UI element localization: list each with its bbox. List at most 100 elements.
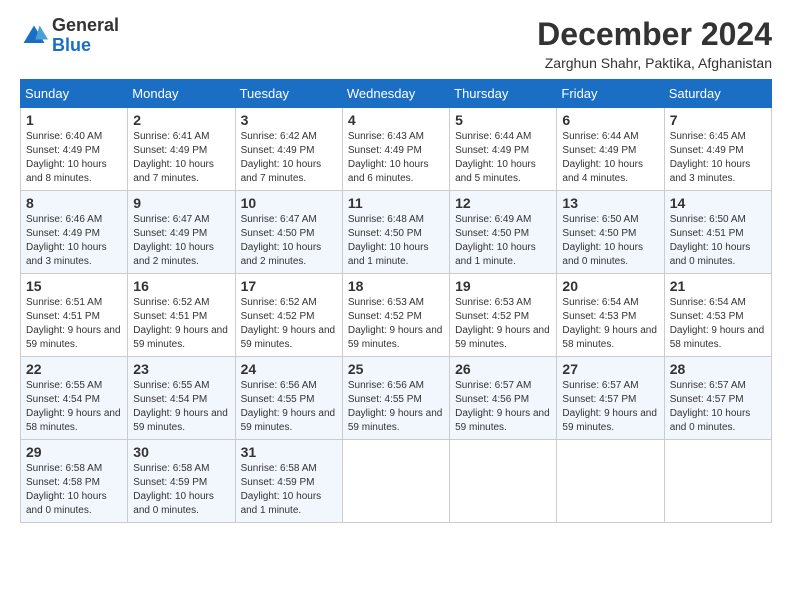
calendar-header-row: SundayMondayTuesdayWednesdayThursdayFrid…	[21, 80, 772, 108]
col-header-sunday: Sunday	[21, 80, 128, 108]
day-number: 28	[670, 361, 766, 377]
calendar-cell: 9 Sunrise: 6:47 AMSunset: 4:49 PMDaylight…	[128, 191, 235, 274]
day-number: 20	[562, 278, 658, 294]
day-number: 6	[562, 112, 658, 128]
day-number: 2	[133, 112, 229, 128]
day-info: Sunrise: 6:57 AMSunset: 4:57 PMDaylight:…	[670, 379, 766, 435]
col-header-tuesday: Tuesday	[235, 80, 342, 108]
calendar-cell: 6 Sunrise: 6:44 AMSunset: 4:49 PMDaylight…	[557, 108, 664, 191]
day-number: 15	[26, 278, 122, 294]
calendar-cell: 24 Sunrise: 6:56 AMSunset: 4:55 PMDayligh…	[235, 357, 342, 440]
calendar-cell: 26Sunrise: 6:57 AMSunset: 4:56 PMDayligh…	[450, 357, 557, 440]
calendar-cell	[664, 440, 771, 523]
day-info: Sunrise: 6:51 AMSunset: 4:51 PMDaylight:…	[26, 296, 122, 352]
day-number: 23	[133, 361, 229, 377]
day-number: 30	[133, 444, 229, 460]
day-info: Sunrise: 6:47 AMSunset: 4:50 PMDaylight:…	[241, 213, 337, 269]
calendar-cell: 29 Sunrise: 6:58 AMSunset: 4:58 PMDayligh…	[21, 440, 128, 523]
day-number: 11	[348, 195, 444, 211]
day-number: 5	[455, 112, 551, 128]
day-info: Sunrise: 6:56 AMSunset: 4:55 PMDaylight:…	[348, 379, 444, 435]
col-header-monday: Monday	[128, 80, 235, 108]
day-info: Sunrise: 6:44 AMSunset: 4:49 PMDaylight:…	[455, 130, 551, 186]
calendar-cell: 11Sunrise: 6:48 AMSunset: 4:50 PMDayligh…	[342, 191, 449, 274]
day-info: Sunrise: 6:44 AMSunset: 4:49 PMDaylight:…	[562, 130, 658, 186]
day-info: Sunrise: 6:53 AMSunset: 4:52 PMDaylight:…	[348, 296, 444, 352]
calendar-week-row: 22 Sunrise: 6:55 AMSunset: 4:54 PMDayligh…	[21, 357, 772, 440]
day-number: 9	[133, 195, 229, 211]
day-number: 18	[348, 278, 444, 294]
day-number: 25	[348, 361, 444, 377]
day-number: 21	[670, 278, 766, 294]
day-info: Sunrise: 6:40 AMSunset: 4:49 PMDaylight:…	[26, 130, 122, 186]
day-number: 29	[26, 444, 122, 460]
calendar-cell: 13 Sunrise: 6:50 AMSunset: 4:50 PMDayligh…	[557, 191, 664, 274]
day-info: Sunrise: 6:50 AMSunset: 4:50 PMDaylight:…	[562, 213, 658, 269]
calendar-cell: 17Sunrise: 6:52 AMSunset: 4:52 PMDayligh…	[235, 274, 342, 357]
day-number: 10	[241, 195, 337, 211]
col-header-thursday: Thursday	[450, 80, 557, 108]
day-info: Sunrise: 6:58 AMSunset: 4:59 PMDaylight:…	[133, 462, 229, 518]
calendar-cell	[450, 440, 557, 523]
day-info: Sunrise: 6:58 AMSunset: 4:58 PMDaylight:…	[26, 462, 122, 518]
day-info: Sunrise: 6:56 AMSunset: 4:55 PMDaylight:…	[241, 379, 337, 435]
day-number: 12	[455, 195, 551, 211]
calendar-cell: 23 Sunrise: 6:55 AMSunset: 4:54 PMDayligh…	[128, 357, 235, 440]
day-number: 24	[241, 361, 337, 377]
day-number: 27	[562, 361, 658, 377]
day-info: Sunrise: 6:46 AMSunset: 4:49 PMDaylight:…	[26, 213, 122, 269]
logo: General Blue	[20, 16, 119, 56]
calendar-week-row: 15 Sunrise: 6:51 AMSunset: 4:51 PMDayligh…	[21, 274, 772, 357]
day-number: 7	[670, 112, 766, 128]
calendar-cell: 31 Sunrise: 6:58 AMSunset: 4:59 PMDayligh…	[235, 440, 342, 523]
day-number: 14	[670, 195, 766, 211]
day-number: 19	[455, 278, 551, 294]
location-title: Zarghun Shahr, Paktika, Afghanistan	[537, 55, 772, 71]
day-info: Sunrise: 6:43 AMSunset: 4:49 PMDaylight:…	[348, 130, 444, 186]
day-number: 16	[133, 278, 229, 294]
day-info: Sunrise: 6:47 AMSunset: 4:49 PMDaylight:…	[133, 213, 229, 269]
calendar-cell: 21Sunrise: 6:54 AMSunset: 4:53 PMDayligh…	[664, 274, 771, 357]
calendar-week-row: 8 Sunrise: 6:46 AMSunset: 4:49 PMDaylight…	[21, 191, 772, 274]
col-header-wednesday: Wednesday	[342, 80, 449, 108]
day-number: 4	[348, 112, 444, 128]
day-info: Sunrise: 6:45 AMSunset: 4:49 PMDaylight:…	[670, 130, 766, 186]
logo-icon	[20, 22, 48, 50]
day-number: 22	[26, 361, 122, 377]
day-number: 8	[26, 195, 122, 211]
calendar-cell: 8 Sunrise: 6:46 AMSunset: 4:49 PMDaylight…	[21, 191, 128, 274]
day-info: Sunrise: 6:58 AMSunset: 4:59 PMDaylight:…	[241, 462, 337, 518]
day-number: 1	[26, 112, 122, 128]
day-info: Sunrise: 6:50 AMSunset: 4:51 PMDaylight:…	[670, 213, 766, 269]
day-number: 13	[562, 195, 658, 211]
title-area: December 2024 Zarghun Shahr, Paktika, Af…	[537, 16, 772, 71]
logo-blue: Blue	[52, 35, 91, 55]
col-header-friday: Friday	[557, 80, 664, 108]
day-info: Sunrise: 6:49 AMSunset: 4:50 PMDaylight:…	[455, 213, 551, 269]
header: General Blue December 2024 Zarghun Shahr…	[20, 16, 772, 71]
calendar-cell: 16Sunrise: 6:52 AMSunset: 4:51 PMDayligh…	[128, 274, 235, 357]
calendar-cell: 18 Sunrise: 6:53 AMSunset: 4:52 PMDayligh…	[342, 274, 449, 357]
day-info: Sunrise: 6:57 AMSunset: 4:56 PMDaylight:…	[455, 379, 551, 435]
calendar-cell: 1 Sunrise: 6:40 AMSunset: 4:49 PMDaylight…	[21, 108, 128, 191]
calendar-cell: 12 Sunrise: 6:49 AMSunset: 4:50 PMDayligh…	[450, 191, 557, 274]
calendar-week-row: 29 Sunrise: 6:58 AMSunset: 4:58 PMDayligh…	[21, 440, 772, 523]
calendar-cell: 20 Sunrise: 6:54 AMSunset: 4:53 PMDayligh…	[557, 274, 664, 357]
day-info: Sunrise: 6:54 AMSunset: 4:53 PMDaylight:…	[562, 296, 658, 352]
day-number: 17	[241, 278, 337, 294]
col-header-saturday: Saturday	[664, 80, 771, 108]
calendar-cell: 2 Sunrise: 6:41 AMSunset: 4:49 PMDaylight…	[128, 108, 235, 191]
day-info: Sunrise: 6:55 AMSunset: 4:54 PMDaylight:…	[133, 379, 229, 435]
calendar-cell: 30 Sunrise: 6:58 AMSunset: 4:59 PMDayligh…	[128, 440, 235, 523]
calendar-cell: 25 Sunrise: 6:56 AMSunset: 4:55 PMDayligh…	[342, 357, 449, 440]
day-info: Sunrise: 6:41 AMSunset: 4:49 PMDaylight:…	[133, 130, 229, 186]
calendar-cell: 5 Sunrise: 6:44 AMSunset: 4:49 PMDaylight…	[450, 108, 557, 191]
calendar-cell: 3Sunrise: 6:42 AMSunset: 4:49 PMDaylight…	[235, 108, 342, 191]
calendar-cell: 10 Sunrise: 6:47 AMSunset: 4:50 PMDayligh…	[235, 191, 342, 274]
calendar-cell: 27Sunrise: 6:57 AMSunset: 4:57 PMDayligh…	[557, 357, 664, 440]
day-info: Sunrise: 6:55 AMSunset: 4:54 PMDaylight:…	[26, 379, 122, 435]
day-number: 31	[241, 444, 337, 460]
day-number: 3	[241, 112, 337, 128]
calendar-cell: 14 Sunrise: 6:50 AMSunset: 4:51 PMDayligh…	[664, 191, 771, 274]
calendar-cell: 15 Sunrise: 6:51 AMSunset: 4:51 PMDayligh…	[21, 274, 128, 357]
